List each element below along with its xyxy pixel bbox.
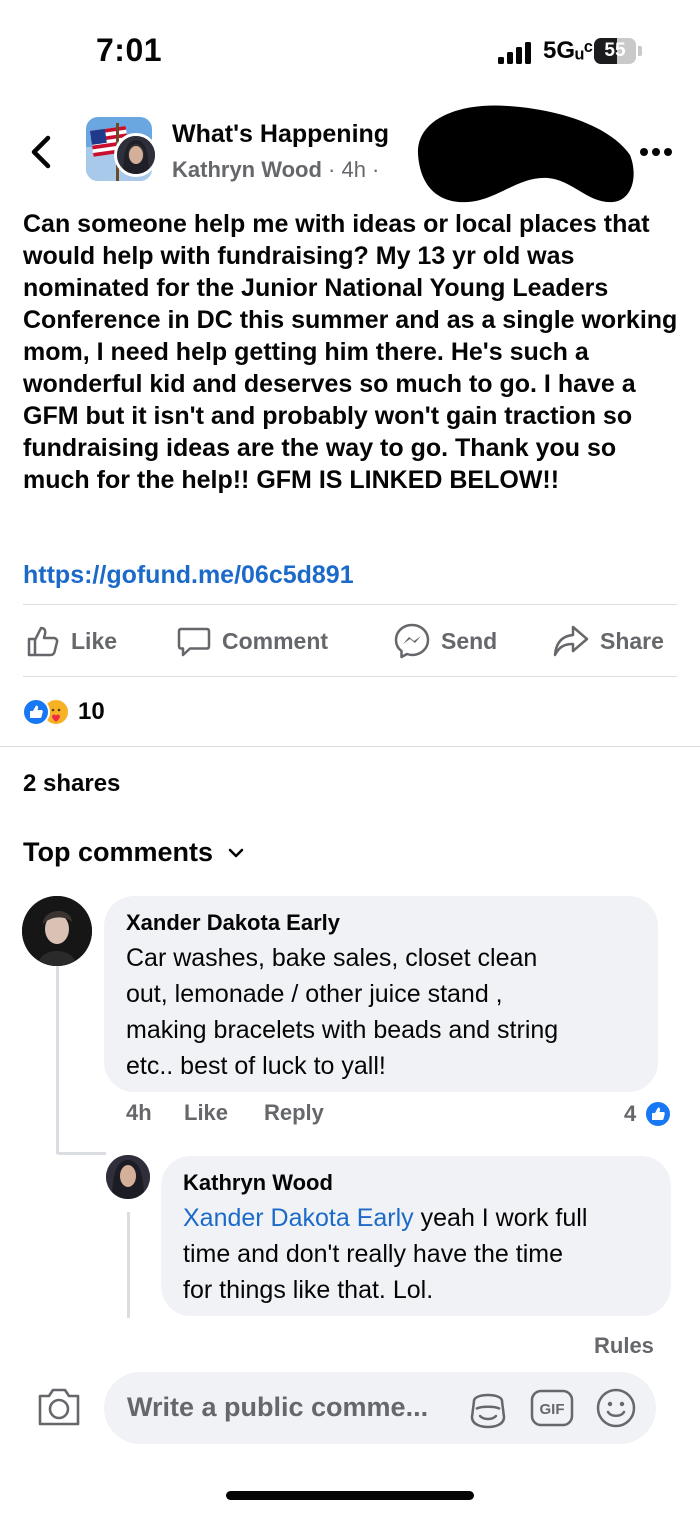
share-arrow-icon xyxy=(553,625,589,657)
comment-author[interactable]: Xander Dakota Early xyxy=(126,910,340,936)
reactions-summary[interactable]: 10 xyxy=(22,696,105,728)
comment-button[interactable]: Comment xyxy=(176,618,328,664)
avatar-sticker-icon[interactable] xyxy=(466,1387,510,1431)
thread-line xyxy=(56,966,59,1154)
comment-like-count[interactable]: 4 xyxy=(624,1100,673,1128)
reply-author-avatar[interactable] xyxy=(106,1155,150,1199)
post-time: · 4h · xyxy=(321,157,380,182)
comment-text-line: Car washes, bake sales, closet clean xyxy=(126,944,538,972)
emoji-icon[interactable] xyxy=(595,1387,637,1429)
top-comments-selector[interactable]: Top comments xyxy=(23,837,245,868)
like-button[interactable]: Like xyxy=(25,618,117,664)
post-author-line: Kathryn Wood · 4h · xyxy=(172,157,379,183)
battery-icon: 55 xyxy=(594,38,642,64)
like-badge-icon xyxy=(644,1100,673,1128)
reaction-count: 10 xyxy=(78,698,105,725)
reply-text-line: time and don't really have the time xyxy=(183,1240,563,1268)
reply-text-line: yeah I work full xyxy=(413,1204,588,1232)
back-arrow-icon[interactable] xyxy=(22,130,62,174)
section-divider xyxy=(0,746,700,747)
author-avatar[interactable] xyxy=(114,133,158,177)
shares-count[interactable]: 2 shares xyxy=(23,770,120,798)
reply-mention-link[interactable]: Xander Dakota Early xyxy=(183,1204,414,1232)
messenger-icon xyxy=(394,623,430,659)
post-author[interactable]: Kathryn Wood xyxy=(172,157,322,182)
send-button[interactable]: Send xyxy=(393,618,497,664)
thumbs-up-icon xyxy=(27,626,59,657)
like-reaction-icon xyxy=(22,698,50,726)
signal-strength-icon xyxy=(498,42,531,64)
share-label: Share xyxy=(600,627,664,654)
like-label: Like xyxy=(71,627,118,654)
svg-text:GIF: GIF xyxy=(540,1401,565,1418)
gofundme-link[interactable]: https://gofund.me/06c5d891 xyxy=(23,561,354,590)
comment-label: Comment xyxy=(222,627,329,654)
thread-line xyxy=(127,1212,130,1318)
battery-percent: 55 xyxy=(604,40,626,61)
comment-reply-button[interactable]: Reply xyxy=(264,1100,324,1126)
post-text: Can someone help me with ideas or local … xyxy=(23,210,678,494)
divider xyxy=(23,676,677,677)
comment-bubble-icon xyxy=(177,627,211,657)
commenter-avatar[interactable] xyxy=(22,896,92,966)
send-label: Send xyxy=(441,627,498,654)
camera-icon[interactable] xyxy=(36,1386,82,1428)
share-button[interactable]: Share xyxy=(552,618,664,664)
comment-like-count-value: 4 xyxy=(624,1101,637,1126)
reply-author[interactable]: Kathryn Wood xyxy=(183,1170,333,1196)
redaction-scribble xyxy=(417,105,634,203)
reply-text: Xander Dakota Early yeah I work full tim… xyxy=(183,1200,587,1308)
thread-line xyxy=(56,1152,106,1155)
status-time: 7:01 xyxy=(96,32,163,68)
comment-text: Car washes, bake sales, closet clean out… xyxy=(126,940,558,1084)
comment-text-line: out, lemonade / other juice stand , xyxy=(126,980,503,1008)
home-indicator[interactable] xyxy=(226,1491,474,1500)
reply-text-line: for things like that. Lol. xyxy=(183,1276,434,1304)
network-type: 5Gᵤᶜ xyxy=(543,37,593,64)
chevron-down-icon xyxy=(228,848,244,857)
divider xyxy=(23,604,677,605)
comment-text-line: making bracelets with beads and string xyxy=(126,1016,559,1044)
comment-like-button[interactable]: Like xyxy=(184,1100,228,1126)
comment-time: 4h xyxy=(126,1100,152,1125)
top-comments-label: Top comments xyxy=(23,837,214,867)
more-options-icon[interactable] xyxy=(636,144,676,160)
status-bar: 7:01 5Gᵤᶜ 55 xyxy=(0,0,700,100)
group-name[interactable]: What's Happening xyxy=(172,120,389,149)
comment-text-line: etc.. best of luck to yall! xyxy=(126,1052,386,1080)
gif-icon[interactable]: GIF xyxy=(530,1389,574,1427)
rules-link[interactable]: Rules xyxy=(594,1333,654,1359)
